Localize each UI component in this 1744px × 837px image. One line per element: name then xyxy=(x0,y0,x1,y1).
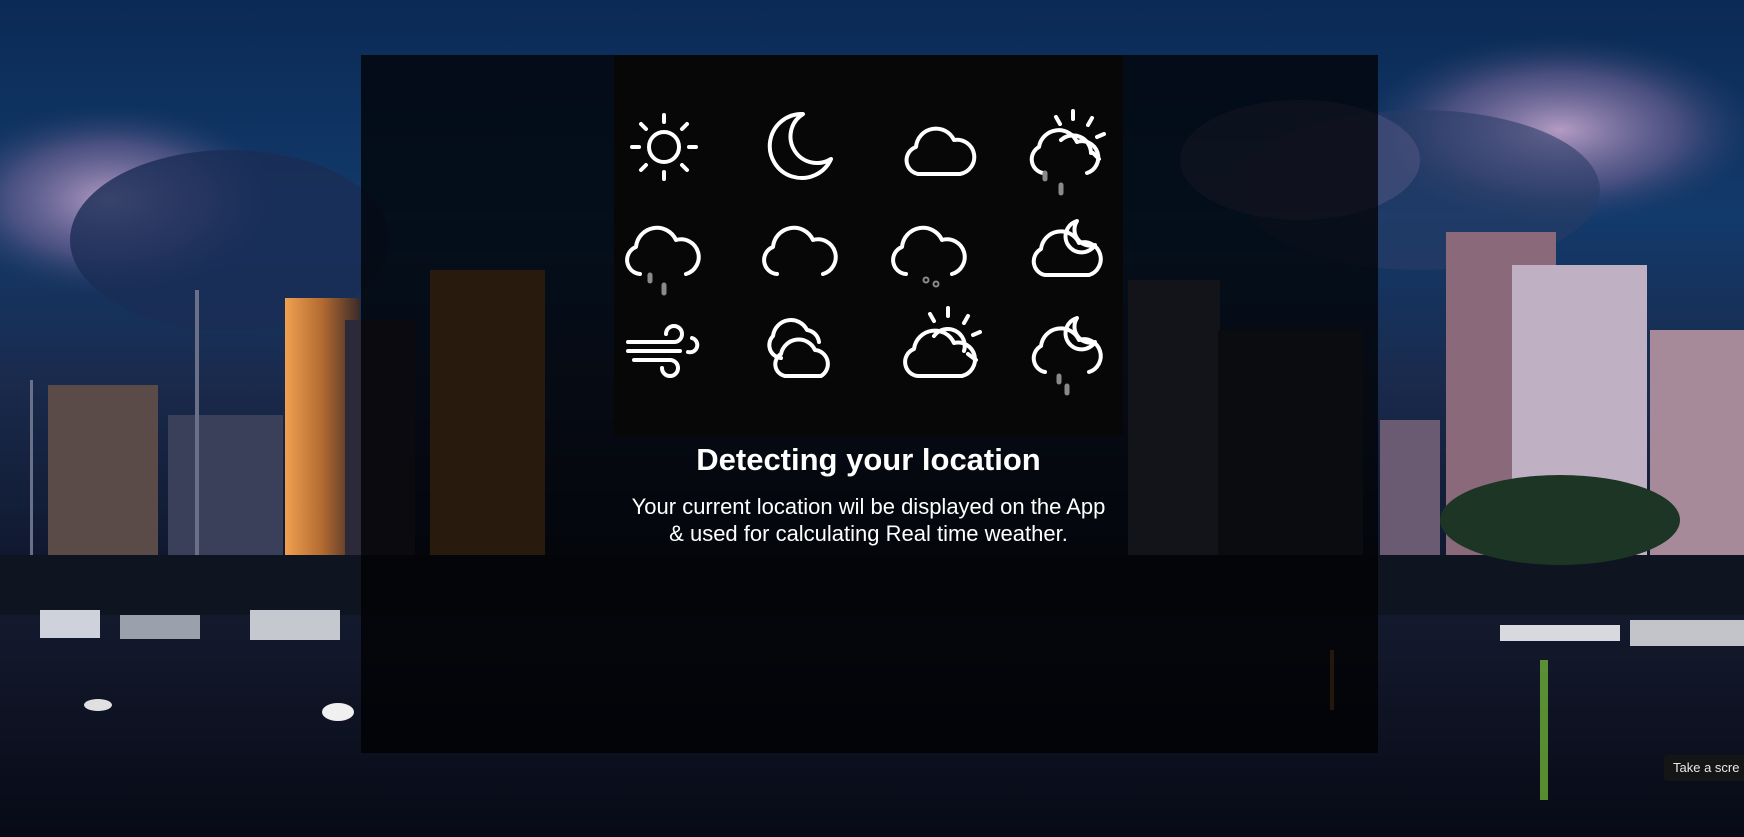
cloud-icon xyxy=(888,97,988,197)
cloud-rain-icon xyxy=(614,197,714,297)
modal-description: Your current location wil be displayed o… xyxy=(614,493,1123,547)
take-screenshot-button[interactable]: Take a scre xyxy=(1664,755,1744,781)
clouds-icon xyxy=(751,296,851,396)
wind-icon xyxy=(614,296,714,396)
weather-icons-grid xyxy=(614,55,1123,436)
partly-sunny-icon xyxy=(888,296,988,396)
night-rain-icon xyxy=(1019,296,1119,396)
modal-title: Detecting your location xyxy=(696,442,1041,477)
weather-icons-panel xyxy=(614,55,1123,436)
partly-sunny-rain-icon xyxy=(1019,97,1119,197)
description-line-1: Your current location wil be displayed o… xyxy=(631,494,1106,519)
cloud-icon xyxy=(751,197,851,297)
description-line-2: & used for calculating Real time weather… xyxy=(669,521,1068,546)
cloud-drizzle-icon xyxy=(880,197,980,297)
partly-cloudy-night-icon xyxy=(1019,197,1119,297)
sun-icon xyxy=(614,97,714,197)
moon-icon xyxy=(751,97,851,197)
